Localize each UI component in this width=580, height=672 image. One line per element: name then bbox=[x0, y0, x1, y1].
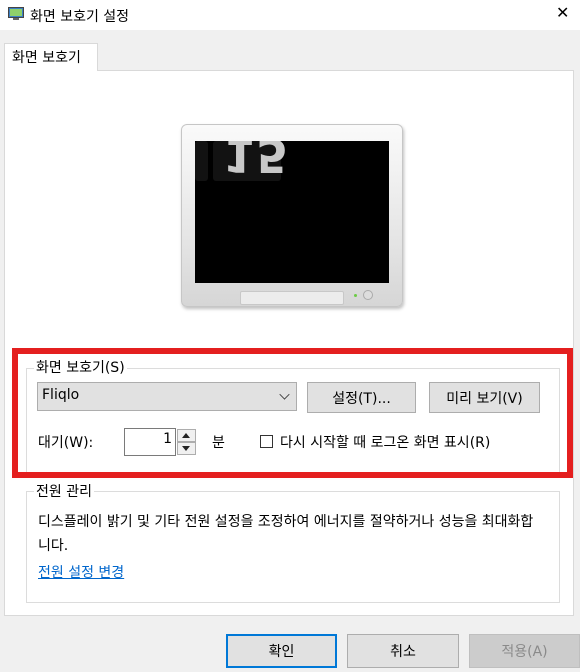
apply-button[interactable]: 적용(A) bbox=[469, 634, 580, 668]
cancel-button[interactable]: 취소 bbox=[347, 634, 459, 668]
power-led-icon bbox=[354, 294, 357, 297]
close-icon[interactable]: ✕ bbox=[556, 4, 569, 22]
highlight-box bbox=[12, 348, 573, 478]
clock-digits: 15 bbox=[223, 141, 290, 182]
flip-card-left bbox=[195, 141, 208, 181]
power-description: 디스플레이 밝기 및 기타 전원 설정을 조정하여 에너지를 절약하거나 성능을… bbox=[38, 514, 534, 554]
display-settings-icon bbox=[8, 7, 24, 20]
monitor-base bbox=[240, 291, 344, 305]
change-power-settings-link[interactable]: 전원 설정 변경 bbox=[38, 562, 124, 582]
window-title: 화면 보호기 설정 bbox=[30, 9, 130, 25]
ok-button[interactable]: 확인 bbox=[226, 634, 337, 668]
power-group-label: 전원 관리 bbox=[34, 481, 94, 501]
power-button-icon bbox=[363, 290, 373, 300]
tab-label: 화면 보호기 bbox=[12, 50, 81, 66]
preview-screen: 15 bbox=[195, 141, 389, 283]
